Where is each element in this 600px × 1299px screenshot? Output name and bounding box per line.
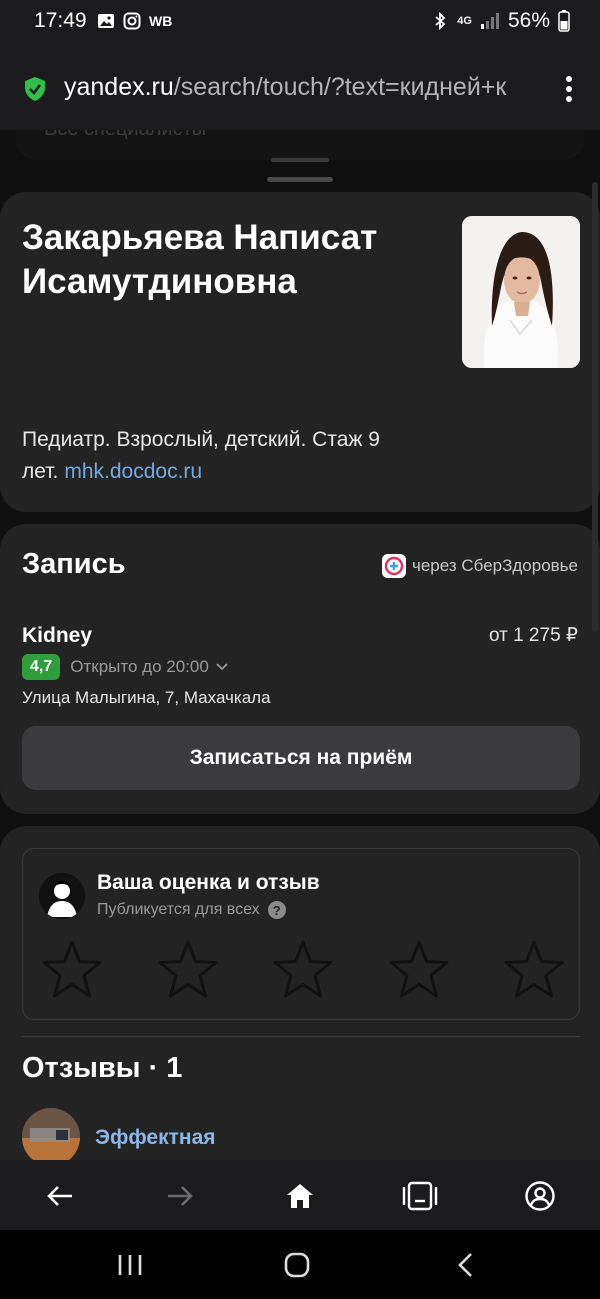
gallery-icon bbox=[98, 14, 114, 28]
browser-bottom-bar bbox=[0, 1160, 600, 1230]
booking-provider-label: через СберЗдоровье bbox=[412, 556, 578, 575]
account-button[interactable] bbox=[520, 1176, 560, 1216]
open-hours-toggle[interactable]: Открыто до 20:00 bbox=[70, 657, 229, 677]
star-icon[interactable] bbox=[157, 939, 219, 1001]
battery-percent: 56% bbox=[507, 9, 550, 32]
battery-icon bbox=[558, 10, 570, 32]
bluetooth-icon bbox=[435, 12, 446, 30]
notification-icons: WB bbox=[97, 12, 172, 30]
recent-apps-button[interactable] bbox=[110, 1250, 150, 1280]
clinic-meta: 4,7 Открыто до 20:00 bbox=[22, 654, 229, 680]
secure-shield-icon bbox=[25, 77, 45, 101]
tabs-button[interactable] bbox=[400, 1176, 440, 1216]
star-icon[interactable] bbox=[272, 939, 334, 1001]
rating-badge: 4,7 bbox=[22, 654, 61, 680]
background-sheet-label: Все специалисты bbox=[44, 130, 206, 141]
back-button[interactable] bbox=[40, 1176, 80, 1216]
reviewer-avatar[interactable] bbox=[22, 1108, 80, 1160]
doctor-portrait-image bbox=[462, 216, 580, 368]
doctor-card: Закарьяева Написат Исамутдиновна Педиатр… bbox=[0, 192, 600, 512]
rate-box: Ваша оценка и отзыв Публикуется для всех… bbox=[22, 848, 580, 1020]
booking-provider[interactable]: через СберЗдоровье bbox=[382, 554, 578, 578]
browser-url-bar: yandex.ru/search/touch/?text=кидней+к bbox=[0, 46, 600, 130]
reviews-title: Отзывы · 1 bbox=[22, 1052, 183, 1084]
url-path: /search/touch/?text=кидней+к bbox=[173, 73, 507, 101]
doctor-description: Педиатр. Взрослый, детский. Стаж 9 лет. m… bbox=[22, 424, 452, 488]
sheet-drag-handle[interactable] bbox=[267, 177, 333, 182]
clinic-address: Улица Малыгина, 7, Махачкала bbox=[22, 688, 271, 707]
star-icon[interactable] bbox=[41, 939, 103, 1001]
star-icon[interactable] bbox=[388, 939, 450, 1001]
sberzdorovye-logo-icon bbox=[382, 554, 406, 578]
status-right: 4G 56% bbox=[431, 9, 570, 33]
status-bar: 17:49 WB 4G 56% bbox=[0, 0, 600, 46]
source-link[interactable]: mhk.docdoc.ru bbox=[64, 460, 202, 483]
sheet-handle-back bbox=[271, 158, 329, 162]
reviewer-name[interactable]: Эффектная bbox=[95, 1126, 216, 1150]
recent-apps-icon bbox=[118, 1255, 142, 1275]
rating-stars[interactable] bbox=[41, 939, 565, 1001]
system-nav-bar bbox=[0, 1230, 600, 1299]
clinic-name[interactable]: Kidney bbox=[22, 624, 92, 648]
signal-icon bbox=[480, 13, 499, 29]
rate-title: Ваша оценка и отзыв bbox=[97, 871, 320, 894]
help-icon[interactable]: ? bbox=[267, 901, 286, 919]
star-icon[interactable] bbox=[503, 939, 565, 1001]
carrier-label: WB bbox=[149, 13, 173, 29]
status-time: 17:49 bbox=[34, 9, 87, 32]
system-back-button[interactable] bbox=[446, 1250, 486, 1280]
tabs-icon bbox=[402, 1181, 438, 1211]
network-type: 4G bbox=[457, 15, 472, 27]
arrow-left-icon bbox=[47, 1186, 72, 1206]
more-menu-icon[interactable] bbox=[564, 75, 574, 103]
user-avatar-icon bbox=[39, 873, 85, 919]
booking-card: Запись через СберЗдоровье Kidney от 1 27… bbox=[0, 524, 600, 814]
home-icon bbox=[287, 1184, 313, 1208]
url-field[interactable]: yandex.ru/search/touch/?text=кидней+к bbox=[64, 73, 534, 102]
system-home-icon bbox=[284, 1252, 310, 1278]
divider bbox=[22, 1036, 580, 1037]
price-label: от 1 275 ₽ bbox=[488, 625, 578, 646]
booking-title: Запись bbox=[22, 548, 126, 580]
book-appointment-button[interactable]: Записаться на приём bbox=[22, 726, 580, 790]
rate-subtitle: Публикуется для всех? bbox=[97, 901, 286, 919]
home-button[interactable] bbox=[280, 1176, 320, 1216]
profile-icon bbox=[525, 1181, 555, 1211]
instagram-icon bbox=[123, 12, 141, 30]
forward-button[interactable] bbox=[160, 1176, 200, 1216]
doctor-photo[interactable] bbox=[462, 216, 580, 368]
open-hours-label: Открыто до 20:00 bbox=[70, 657, 209, 676]
system-home-button[interactable] bbox=[277, 1250, 317, 1280]
page-content: Все специалисты Закарьяева Написат Исаму… bbox=[0, 130, 600, 1160]
reviews-card: Ваша оценка и отзыв Публикуется для всех… bbox=[0, 826, 600, 1160]
background-sheet: Все специалисты bbox=[16, 130, 584, 160]
chevron-down-icon bbox=[216, 663, 228, 671]
arrow-right-icon bbox=[168, 1186, 193, 1206]
scrollbar[interactable] bbox=[592, 182, 598, 632]
url-host: yandex.ru bbox=[64, 73, 174, 101]
doctor-name: Закарьяева Написат Исамутдиновна bbox=[22, 218, 378, 301]
system-back-icon bbox=[458, 1253, 472, 1277]
rate-subtitle-text: Публикуется для всех bbox=[97, 901, 260, 918]
